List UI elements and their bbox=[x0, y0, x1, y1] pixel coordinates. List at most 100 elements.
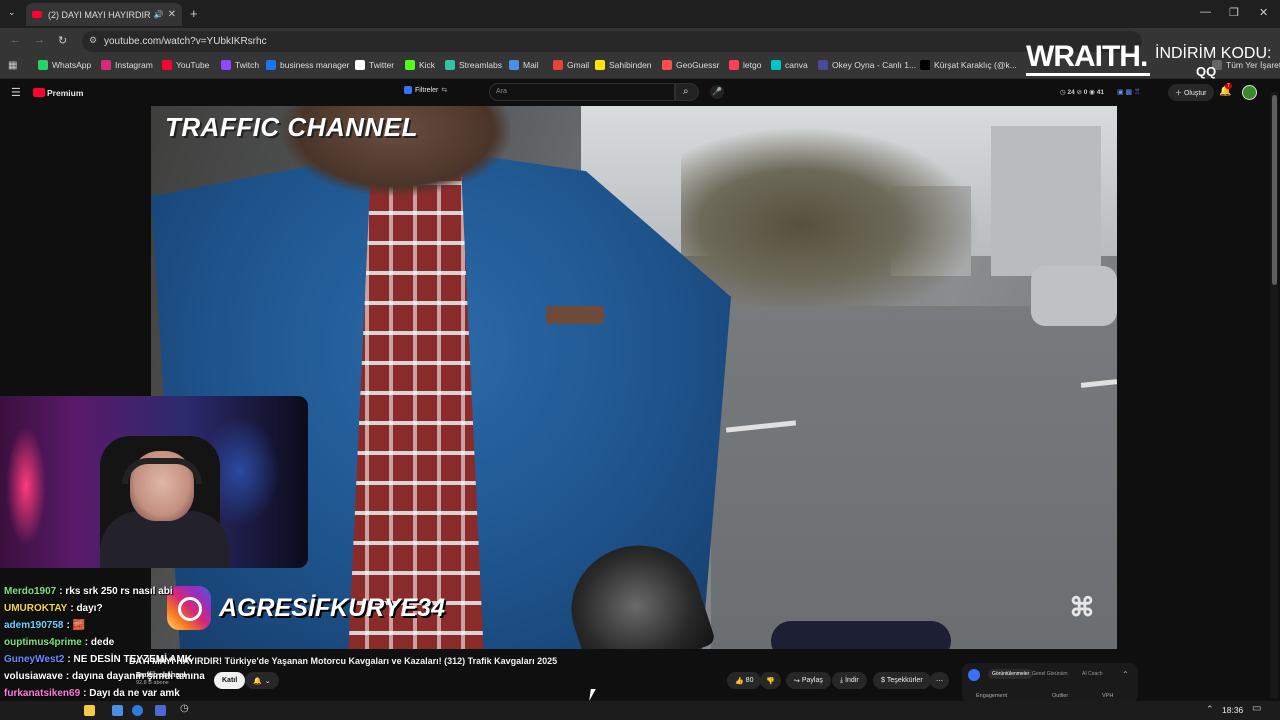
jacket-patch bbox=[546, 306, 604, 324]
taskbar-clock-app-icon[interactable]: ◷ bbox=[180, 703, 189, 714]
bookmark-item[interactable]: Kick bbox=[405, 60, 435, 70]
chat-message: Merdo1907: rks srk 250 rs nasıl abi bbox=[4, 586, 173, 597]
search-input[interactable]: Ara bbox=[489, 83, 675, 101]
join-button[interactable]: Katıl bbox=[214, 672, 246, 689]
bookmark-item[interactable]: Sahibinden bbox=[595, 60, 652, 70]
channel-info[interactable]: Traffic channel 92,8 B abone bbox=[136, 672, 185, 686]
video-handlebar bbox=[771, 621, 951, 649]
chat-username: furkanatsiken69 bbox=[4, 688, 81, 699]
bookmark-item[interactable]: Instagram bbox=[101, 60, 153, 70]
close-window-icon[interactable]: ✕ bbox=[1259, 6, 1268, 19]
chat-text: dayı? bbox=[76, 603, 103, 614]
bookmark-item[interactable]: Okey Oyna - Canlı 1... bbox=[818, 60, 916, 70]
share-button[interactable]: ↪ Paylaş bbox=[786, 672, 831, 689]
bookmark-item[interactable]: letgo bbox=[729, 60, 761, 70]
sponsor-brand: WRAITH. bbox=[1026, 40, 1148, 73]
minimize-icon[interactable]: — bbox=[1200, 6, 1211, 18]
bookmark-item[interactable]: Gmail bbox=[553, 60, 589, 70]
filters-button[interactable]: Filtreler ⇆ bbox=[404, 86, 447, 94]
bookmark-item[interactable]: canva bbox=[771, 60, 808, 70]
subscribed-bell-button[interactable]: 🔔 ⌄ bbox=[245, 672, 279, 689]
scrollbar-thumb[interactable] bbox=[1272, 95, 1277, 285]
sponsor-underline bbox=[1026, 73, 1150, 76]
back-icon[interactable]: ← bbox=[10, 34, 21, 46]
voice-search-icon[interactable]: 🎤 bbox=[710, 85, 724, 99]
bookmark-item[interactable]: GeoGuessr bbox=[662, 60, 719, 70]
download-button[interactable]: ⤓ İndir bbox=[832, 672, 867, 689]
taskbar-app-icon[interactable] bbox=[132, 705, 143, 716]
taskbar-app-icon[interactable] bbox=[112, 705, 123, 716]
tab-list-icon[interactable]: ⌄ bbox=[8, 7, 16, 18]
bookmark-item[interactable]: business manager bbox=[266, 60, 349, 70]
analytics-tab[interactable]: AI Coach bbox=[1082, 671, 1103, 677]
chat-username: ouptimus4prime bbox=[4, 637, 82, 648]
bookmark-item[interactable]: Kürşat Karaklıç (@k... bbox=[920, 60, 1017, 70]
bookmark-favicon-icon bbox=[729, 60, 739, 70]
video-road bbox=[711, 306, 1117, 649]
youtube-logo-icon[interactable] bbox=[33, 88, 45, 97]
analytics-metric-label: VPH bbox=[1102, 693, 1114, 699]
bookmark-favicon-icon bbox=[445, 60, 455, 70]
chat-text: Dayı da ne var amk bbox=[89, 688, 180, 699]
bookmark-label: Streamlabs bbox=[459, 60, 502, 70]
bookmark-label: GeoGuessr bbox=[676, 60, 720, 70]
audio-icon[interactable]: 🔊 bbox=[154, 10, 164, 19]
site-info-icon[interactable]: ⚙ bbox=[89, 35, 97, 46]
avatar[interactable] bbox=[1242, 85, 1257, 100]
notification-badge: 7 bbox=[1225, 83, 1232, 89]
reload-icon[interactable]: ↻ bbox=[58, 34, 67, 47]
analytics-tab[interactable]: Görüntülenmeler bbox=[988, 669, 1034, 679]
chat-message: furkanatsiken69: Dayı da ne var amk bbox=[4, 688, 180, 699]
menu-icon[interactable]: ☰ bbox=[11, 86, 21, 99]
thanks-button[interactable]: $ Teşekkürler bbox=[873, 672, 931, 689]
close-tab-icon[interactable]: ✕ bbox=[168, 9, 176, 20]
bookmark-label: Sahibinden bbox=[609, 60, 652, 70]
bookmark-item[interactable]: WhatsApp bbox=[38, 60, 91, 70]
like-button[interactable]: 👍 80 bbox=[727, 672, 762, 689]
bookmark-label: canva bbox=[785, 60, 808, 70]
search-placeholder: Ara bbox=[496, 88, 507, 95]
taskbar-app-icon[interactable] bbox=[155, 705, 166, 716]
chat-message: ouptimus4prime: dede bbox=[4, 637, 114, 648]
instagram-logo-icon bbox=[167, 586, 211, 630]
taskbar-app-icon[interactable] bbox=[84, 705, 95, 716]
restore-icon[interactable]: ❐ bbox=[1229, 6, 1239, 19]
chat-text: dede bbox=[90, 637, 115, 648]
bookmark-item[interactable]: YouTube bbox=[162, 60, 209, 70]
bookmark-favicon-icon bbox=[355, 60, 365, 70]
thumbs-up-icon: 👍 bbox=[735, 677, 744, 685]
bookmark-item[interactable]: Streamlabs bbox=[445, 60, 502, 70]
bookmark-label: YouTube bbox=[176, 60, 210, 70]
extension-icons[interactable]: ▣ ▩ ♖ bbox=[1117, 88, 1140, 96]
bookmark-item[interactable]: Twitter bbox=[355, 60, 394, 70]
notification-center-icon[interactable]: ▭ bbox=[1252, 703, 1261, 714]
bookmark-favicon-icon bbox=[920, 60, 930, 70]
youtube-premium-logo[interactable]: Premium bbox=[47, 88, 83, 98]
tray-expand-icon[interactable]: ⌃ bbox=[1206, 704, 1214, 715]
apps-icon[interactable]: ▦ bbox=[8, 60, 17, 71]
dislike-button[interactable]: 👎 bbox=[760, 672, 781, 689]
chat-username: Merdo1907 bbox=[4, 586, 57, 597]
download-label: İndir bbox=[845, 677, 859, 684]
more-actions-button[interactable]: ⋯ bbox=[930, 672, 949, 689]
subscriber-count: 92,8 B abone bbox=[136, 680, 169, 686]
new-tab-icon[interactable]: + bbox=[190, 6, 198, 21]
chat-message: adem190758: 🧱 bbox=[4, 620, 85, 631]
bookmark-favicon-icon bbox=[509, 60, 519, 70]
create-button[interactable]: ＋ Oluştur bbox=[1168, 84, 1214, 101]
browser-tab[interactable]: (2) DAYI MAYI HAYIRDIR! Tü 🔊 ✕ bbox=[26, 3, 182, 26]
bookmark-favicon-icon bbox=[101, 60, 111, 70]
url-field[interactable]: ⚙ youtube.com/watch?v=YUbkIKRsrhc bbox=[82, 31, 1142, 52]
capcut-watermark-icon: ⌘ bbox=[1069, 592, 1095, 622]
create-label: Oluştur bbox=[1183, 90, 1207, 97]
chat-username: GuneyWest2 bbox=[4, 654, 65, 665]
analytics-tab[interactable]: Genel Görünüm bbox=[1032, 671, 1068, 677]
bookmark-item[interactable]: Twitch bbox=[221, 60, 259, 70]
video-title: DAYI MAYI HAYIRDIR! Türkiye'de Yaşanan M… bbox=[129, 656, 558, 666]
bookmark-label: Twitch bbox=[235, 60, 260, 70]
forward-icon[interactable]: → bbox=[34, 34, 45, 46]
search-button[interactable]: ⌕ bbox=[675, 83, 699, 101]
bookmark-favicon-icon bbox=[818, 60, 828, 70]
collapse-icon[interactable]: ⌃ bbox=[1122, 670, 1129, 679]
bookmark-item[interactable]: Mail bbox=[509, 60, 539, 70]
